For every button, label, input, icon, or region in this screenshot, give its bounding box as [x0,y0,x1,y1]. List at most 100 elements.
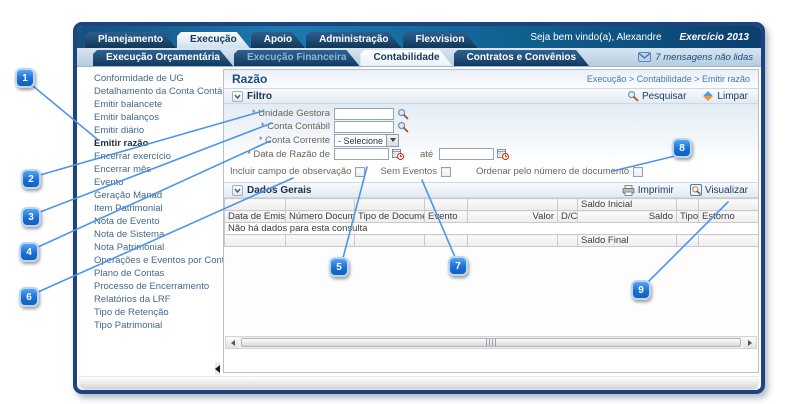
ordenar-checkbox-label: Ordenar pelo número de documento [476,166,629,177]
sem-eventos-checkbox-label: Sem Eventos [380,166,437,177]
tab-contratos-convenios[interactable]: Contratos e Convênios [454,50,589,66]
printer-icon [622,185,635,196]
column-header-numero-documento[interactable]: Número Documento [286,211,355,223]
sidebar-item-emitir-razao[interactable]: Emitir razão [94,137,223,150]
column-header-tipo-documento[interactable]: Tipo de Documento [355,211,425,223]
column-header-tipo[interactable]: Tipo [677,211,699,223]
tab-execucao-financeira[interactable]: Execução Financeira [234,50,360,66]
sidebar-item-emitir-diario[interactable]: Emitir diário [94,124,223,137]
data-razao-to-input[interactable] [439,148,494,160]
sem-eventos-checkbox[interactable] [441,167,451,177]
filter-actions: Pesquisar Limpar [627,90,750,102]
conta-corrente-select[interactable]: - Selecione - [334,134,399,147]
column-header-data-emissao[interactable]: Data de Emissão [225,211,286,223]
unidade-gestora-lookup-button[interactable] [397,108,409,120]
sidebar-item-emitir-balancos[interactable]: Emitir balanços [94,111,223,124]
breadcrumb: Execução > Contabilidade > Emitir razão [587,74,750,84]
menu-tab-administracao[interactable]: Administração [306,32,401,48]
menu-tab-apoio[interactable]: Apoio [251,32,305,48]
sidebar-item-geracao-manad[interactable]: Geração Manad [94,189,223,202]
sidebar-item-nota-patrimonial[interactable]: Nota Patrimonial [94,241,223,254]
sidebar-item-detalhamento-conta[interactable]: Detalhamento da Conta Contábil [94,85,223,98]
data-razao-until-label: até [420,149,433,160]
messages-indicator[interactable]: 7 mensagens não lidas [638,52,753,63]
sidebar-item-operacoes-eventos[interactable]: Operações e Eventos por Conta [94,254,223,267]
view-button[interactable]: Visualizar [690,184,748,196]
sidebar-item-processo-encerramento[interactable]: Processo de Encerramento [94,280,223,293]
search-button[interactable]: Pesquisar [627,90,686,102]
callout-badge-4: 4 [19,242,39,262]
menu-tab-execucao[interactable]: Execução [177,32,250,48]
window-footer-bar [79,376,759,389]
sidebar-item-relatorios-lrf[interactable]: Relatórios da LRF [94,293,223,306]
chevron-down-icon [233,92,242,101]
sidebar-item-plano-de-contas[interactable]: Plano de Contas [94,267,223,280]
scroll-left-button[interactable] [226,337,239,348]
column-header-dc[interactable]: D/C [558,211,578,223]
conta-contabil-lookup-button[interactable] [397,121,409,133]
conta-corrente-dropdown-button[interactable] [386,134,399,147]
menu-tab-planejamento[interactable]: Planejamento [85,32,176,48]
horizontal-scrollbar[interactable] [225,336,757,349]
envelope-icon [638,52,651,62]
sidebar-item-tipo-retencao[interactable]: Tipo de Retenção [94,306,223,319]
calendar-icon [497,148,509,160]
search-icon [627,90,639,102]
callout-badge-3: 3 [21,207,41,227]
filter-section-title: Filtro [247,91,272,102]
column-header-evento[interactable]: Evento [425,211,468,223]
callout-badge-9: 9 [631,280,651,300]
empty-message: Não há dados para esta consulta [225,223,760,235]
menu-tab-flexvision[interactable]: Flexvision [403,32,478,48]
triangle-left-icon [231,340,235,346]
calendar-icon [392,148,404,160]
conta-contabil-label: * Conta Contábil [224,121,334,132]
grid-section-header: Dados Gerais Imprimir [224,182,758,198]
results-table: Saldo Inicial Data de Emissão Número Doc… [224,198,759,247]
conta-contabil-input[interactable] [334,121,394,133]
filter-checkbox-row: Incluir campo de observação Sem Eventos … [224,166,758,177]
search-icon [397,121,409,133]
column-header-valor[interactable]: Valor [468,211,558,223]
scroll-right-button[interactable] [743,337,756,348]
sidebar-collapse-handle[interactable] [215,362,220,375]
welcome-text: Seja bem vindo(a), Alexandre [530,32,661,43]
unidade-gestora-input[interactable] [334,108,394,120]
clear-button[interactable]: Limpar [702,90,748,102]
sidebar-item-nota-de-sistema[interactable]: Nota de Sistema [94,228,223,241]
data-razao-to-calendar-button[interactable] [497,148,509,160]
sidebar-item-encerrar-mes[interactable]: Encerrar mês [94,163,223,176]
column-header-estorno[interactable]: Estorno [699,211,760,223]
scrollbar-thumb[interactable] [241,338,741,347]
sidebar-item-emitir-balancete[interactable]: Emitir balancete [94,98,223,111]
callout-badge-2: 2 [21,169,41,189]
scrollbar-grip-icon [486,339,497,346]
field-row-conta-contabil: * Conta Contábil [224,120,758,133]
filter-section-header: Filtro Pesquisar [224,88,758,104]
filter-collapse-button[interactable] [232,91,243,102]
sidebar-item-item-patrimonial[interactable]: Item Patrimonial [94,202,223,215]
view-magnifier-icon [690,184,702,196]
tab-execucao-orcamentaria[interactable]: Execução Orçamentária [93,50,233,66]
page: Planejamento Execução Apoio Administraçã… [0,0,800,404]
ordenar-checkbox[interactable] [633,167,643,177]
tab-contabilidade[interactable]: Contabilidade [360,50,452,66]
sidebar-item-conformidade-ug[interactable]: Conformidade de UG [94,72,223,85]
sidebar-item-encerrar-exercicio[interactable]: Encerrar exercício [94,150,223,163]
triangle-right-icon [748,340,752,346]
clear-diamond-icon [702,90,714,102]
sidebar-item-nota-de-evento[interactable]: Nota de Evento [94,215,223,228]
grid-empty-area [224,247,758,336]
sidebar-item-tipo-patrimonial[interactable]: Tipo Patrimonial [94,319,223,332]
column-header-saldo[interactable]: Saldo [578,211,677,223]
print-button[interactable]: Imprimir [622,185,674,196]
data-razao-from-input[interactable] [334,148,389,160]
data-razao-from-calendar-button[interactable] [392,148,404,160]
callout-badge-5: 5 [329,257,349,277]
observacao-checkbox[interactable] [355,167,365,177]
conta-corrente-selected-value: - Selecione - [334,134,386,147]
chevron-down-icon [233,186,242,195]
sidebar-item-evento[interactable]: Evento [94,176,223,189]
callout-badge-6: 6 [19,287,39,307]
grid-collapse-button[interactable] [232,185,243,196]
